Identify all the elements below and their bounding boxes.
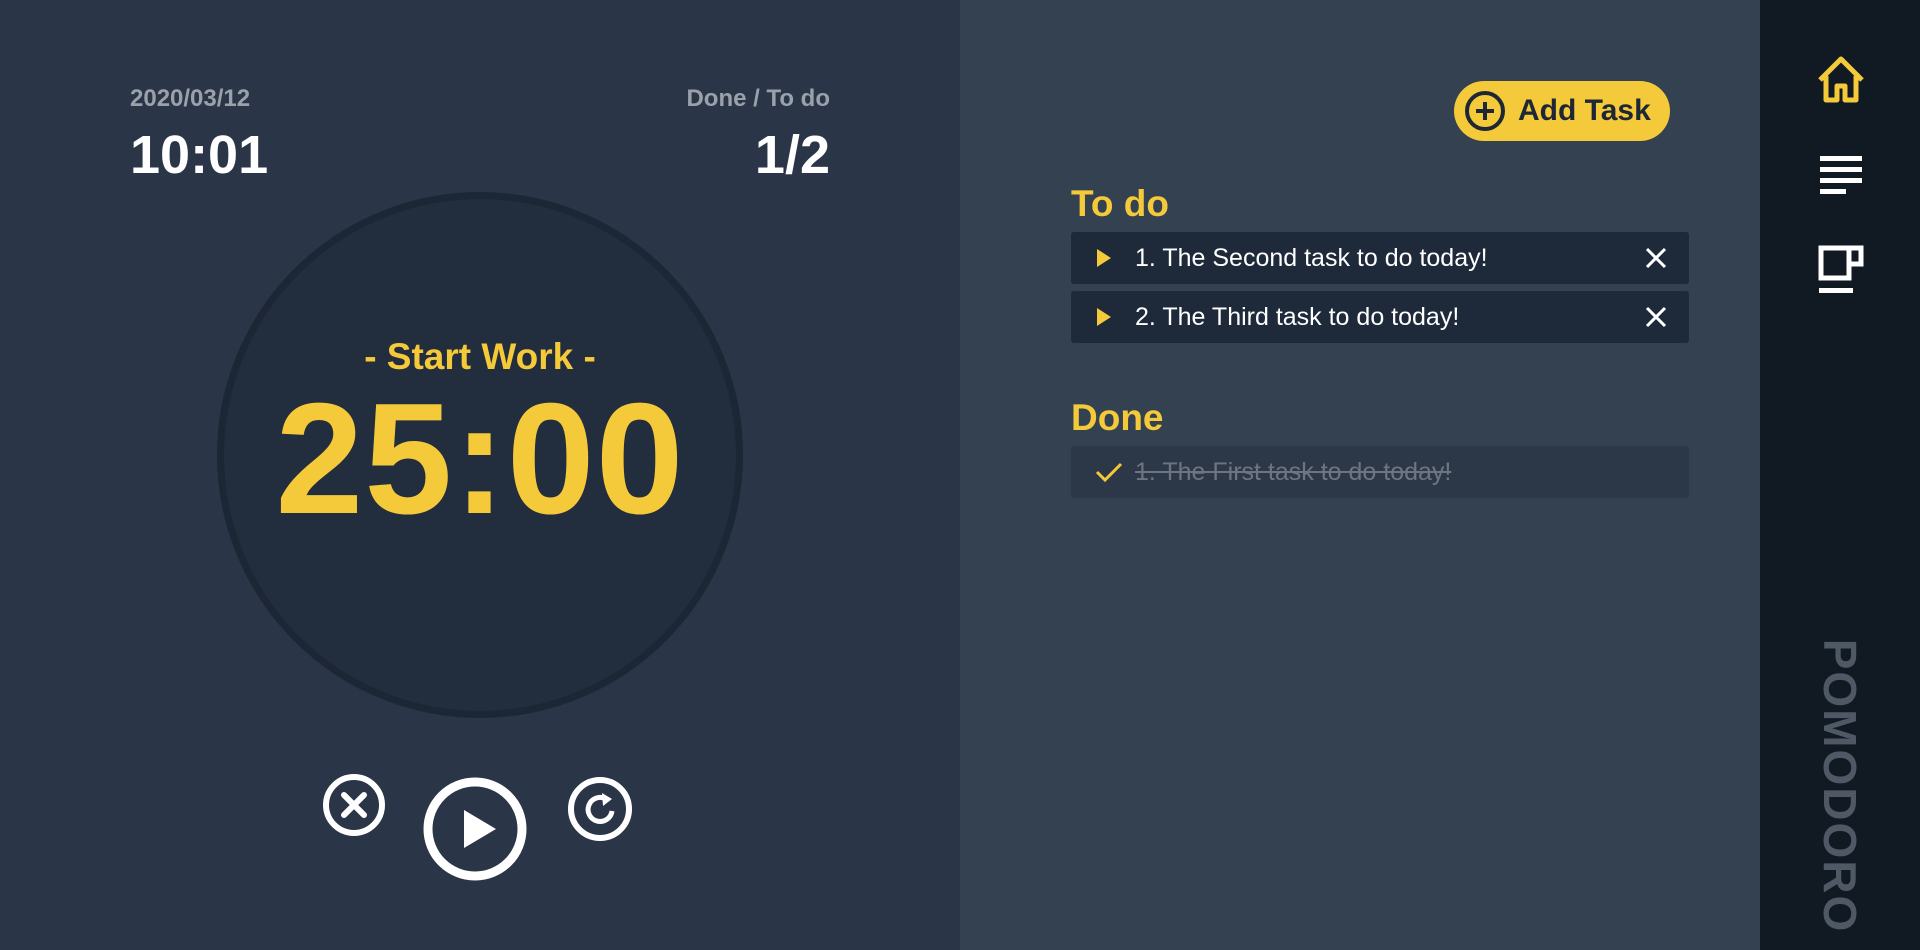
current-date: 2020/03/12 <box>130 85 251 112</box>
progress-count: 1/2 <box>754 125 830 185</box>
current-time: 10:01 <box>130 125 269 185</box>
pomodoro-app: 2020/03/12 10:01 Done / To do 1/2 - Star… <box>0 0 1920 950</box>
play-circle-icon <box>423 777 527 881</box>
timer-countdown: 25:00 <box>275 371 685 547</box>
play-button[interactable] <box>422 776 528 882</box>
task-panel: Add Task To do 1. The Second task to do … <box>960 0 1760 950</box>
todo-item[interactable]: 1. The Second task to do today! <box>1071 232 1689 284</box>
play-icon[interactable] <box>1095 306 1125 328</box>
remove-task-icon[interactable] <box>1643 245 1669 271</box>
done-item: 1. The First task to do today! <box>1071 446 1689 498</box>
cancel-button[interactable] <box>322 773 386 837</box>
add-task-button[interactable]: Add Task <box>1454 81 1670 141</box>
sidebar: POMODORO <box>1760 0 1920 950</box>
list-icon[interactable] <box>1815 148 1867 200</box>
close-circle-icon <box>323 774 385 836</box>
timer-panel: 2020/03/12 10:01 Done / To do 1/2 - Star… <box>0 0 960 950</box>
refresh-circle-icon <box>568 777 632 841</box>
reset-button[interactable] <box>567 776 633 842</box>
todo-item[interactable]: 2. The Third task to do today! <box>1071 291 1689 343</box>
check-icon <box>1095 461 1125 483</box>
brand-label: POMODORO <box>1814 638 1866 934</box>
todo-section-title: To do <box>1071 183 1169 224</box>
todo-list: 1. The Second task to do today! 2. The T… <box>1071 232 1689 350</box>
done-list: 1. The First task to do today! <box>1071 446 1689 505</box>
remove-task-icon[interactable] <box>1643 304 1669 330</box>
play-icon[interactable] <box>1095 247 1125 269</box>
task-label: 2. The Third task to do today! <box>1135 302 1460 331</box>
add-circle-icon <box>1465 91 1505 131</box>
task-label: 1. The Second task to do today! <box>1135 243 1488 272</box>
task-label: 1. The First task to do today! <box>1135 457 1452 486</box>
timer-circle: - Start Work - 25:00 <box>217 192 743 718</box>
coffee-icon[interactable] <box>1815 244 1867 296</box>
add-task-label: Add Task <box>1518 94 1651 127</box>
home-icon[interactable] <box>1815 54 1867 106</box>
done-section-title: Done <box>1071 397 1164 438</box>
progress-label: Done / To do <box>686 85 830 112</box>
